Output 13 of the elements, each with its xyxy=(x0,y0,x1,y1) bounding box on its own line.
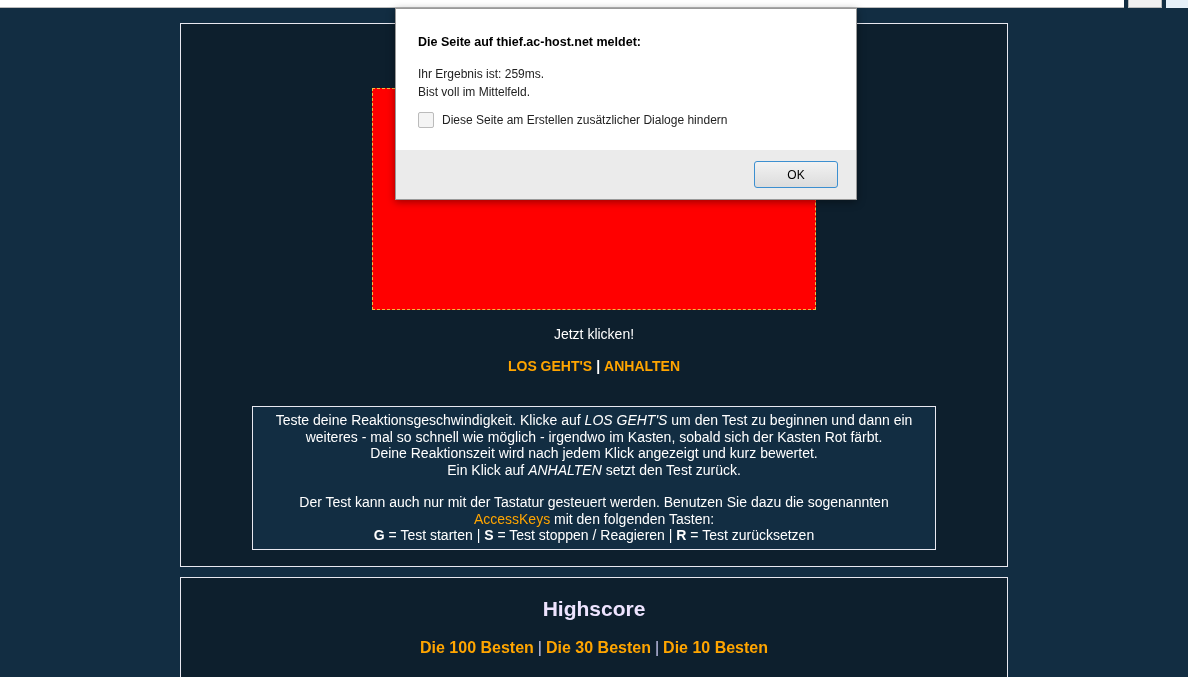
separator-text: | xyxy=(654,638,660,657)
dialog-title: Die Seite auf thief.ac-host.net meldet: xyxy=(418,35,642,49)
keys-text: G = Test starten | S = Test stoppen / Reagieren | R = Test zurücksetzen xyxy=(372,527,816,544)
highscore-title: Highscore xyxy=(542,596,646,621)
separator-text: | xyxy=(596,358,601,374)
prompt-text: Jetzt klicken! xyxy=(553,326,635,342)
instruction-text: Deine Reaktionszeit wird nach jedem Klick angezeigt und kurz bewertet. xyxy=(369,445,819,462)
instruction-text: Teste deine Reaktionsgeschwindigkeit. Klicke auf LOS GEHT'S um den Test zu beginnen und dann ein weiteres - mal so schnell wie möglich - irgendwo im Kasten, sobald sich der Kasten Rot färbt. xyxy=(274,412,914,445)
instruction-text: Ein Klick auf ANHALTEN setzt den Test zurück. xyxy=(446,461,742,478)
keyboard-text: Der Test kann auch nur mit der Tastatur gesteuert werden. Benutzen Sie dazu die sogenannten AccessKeys mit den folgenden Tasten: xyxy=(298,494,890,527)
dialog-message: Ihr Ergebnis ist: 259ms. xyxy=(418,66,546,83)
separator-text: | xyxy=(537,638,542,657)
dialog-message: Bist voll im Mittelfeld. xyxy=(418,84,532,101)
